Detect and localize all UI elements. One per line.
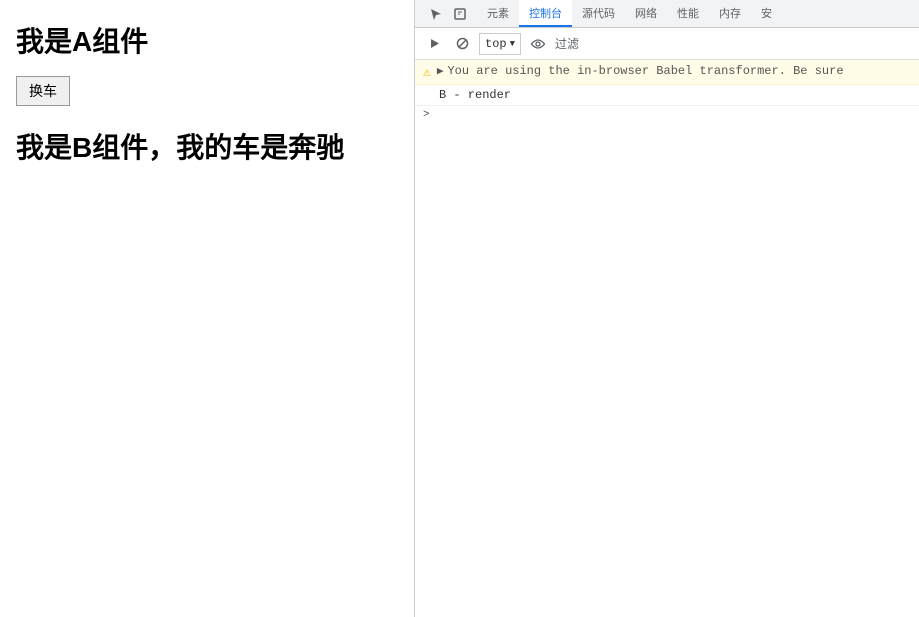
tab-sources[interactable]: 源代码: [572, 0, 625, 27]
change-car-button[interactable]: 换车: [16, 76, 70, 106]
tab-memory[interactable]: 内存: [709, 0, 751, 27]
component-a-title: 我是A组件: [16, 20, 398, 60]
warning-icon: ⚠: [423, 65, 431, 80]
filter-label: 过滤: [555, 35, 579, 52]
cursor-icon[interactable]: [425, 3, 447, 25]
tab-elements[interactable]: 元素: [477, 0, 519, 27]
devtools-panel: 元素 控制台 源代码 网络 性能 内存 安: [415, 0, 919, 617]
devtools-tab-bar: 元素 控制台 源代码 网络 性能 内存 安: [415, 0, 919, 28]
warning-text: You are using the in-browser Babel trans…: [447, 64, 843, 78]
tab-console[interactable]: 控制台: [519, 0, 572, 27]
run-icon[interactable]: [423, 33, 445, 55]
warning-row: ⚠ ▶ You are using the in-browser Babel t…: [415, 60, 919, 85]
devtools-toolbar: top ▼ 过滤: [415, 28, 919, 60]
devtools-tab-icons: [419, 0, 477, 27]
tab-performance[interactable]: 性能: [667, 0, 709, 27]
log-text: B - render: [439, 88, 511, 102]
eye-icon[interactable]: [527, 33, 549, 55]
app-panel: 我是A组件 换车 我是B组件，我的车是奔驰: [0, 0, 415, 617]
warning-expand-arrow[interactable]: ▶: [437, 64, 444, 78]
component-b-text: 我是B组件，我的车是奔驰: [16, 126, 398, 166]
expand-row[interactable]: >: [415, 106, 919, 124]
tab-network[interactable]: 网络: [625, 0, 667, 27]
log-row: B - render: [415, 85, 919, 106]
context-selector[interactable]: top ▼: [479, 33, 521, 55]
inspect-icon[interactable]: [449, 3, 471, 25]
console-content: ⚠ ▶ You are using the in-browser Babel t…: [415, 60, 919, 617]
block-icon[interactable]: [451, 33, 473, 55]
tab-security[interactable]: 安: [751, 0, 782, 27]
chevron-down-icon: ▼: [510, 39, 515, 49]
expand-icon[interactable]: >: [423, 109, 430, 121]
